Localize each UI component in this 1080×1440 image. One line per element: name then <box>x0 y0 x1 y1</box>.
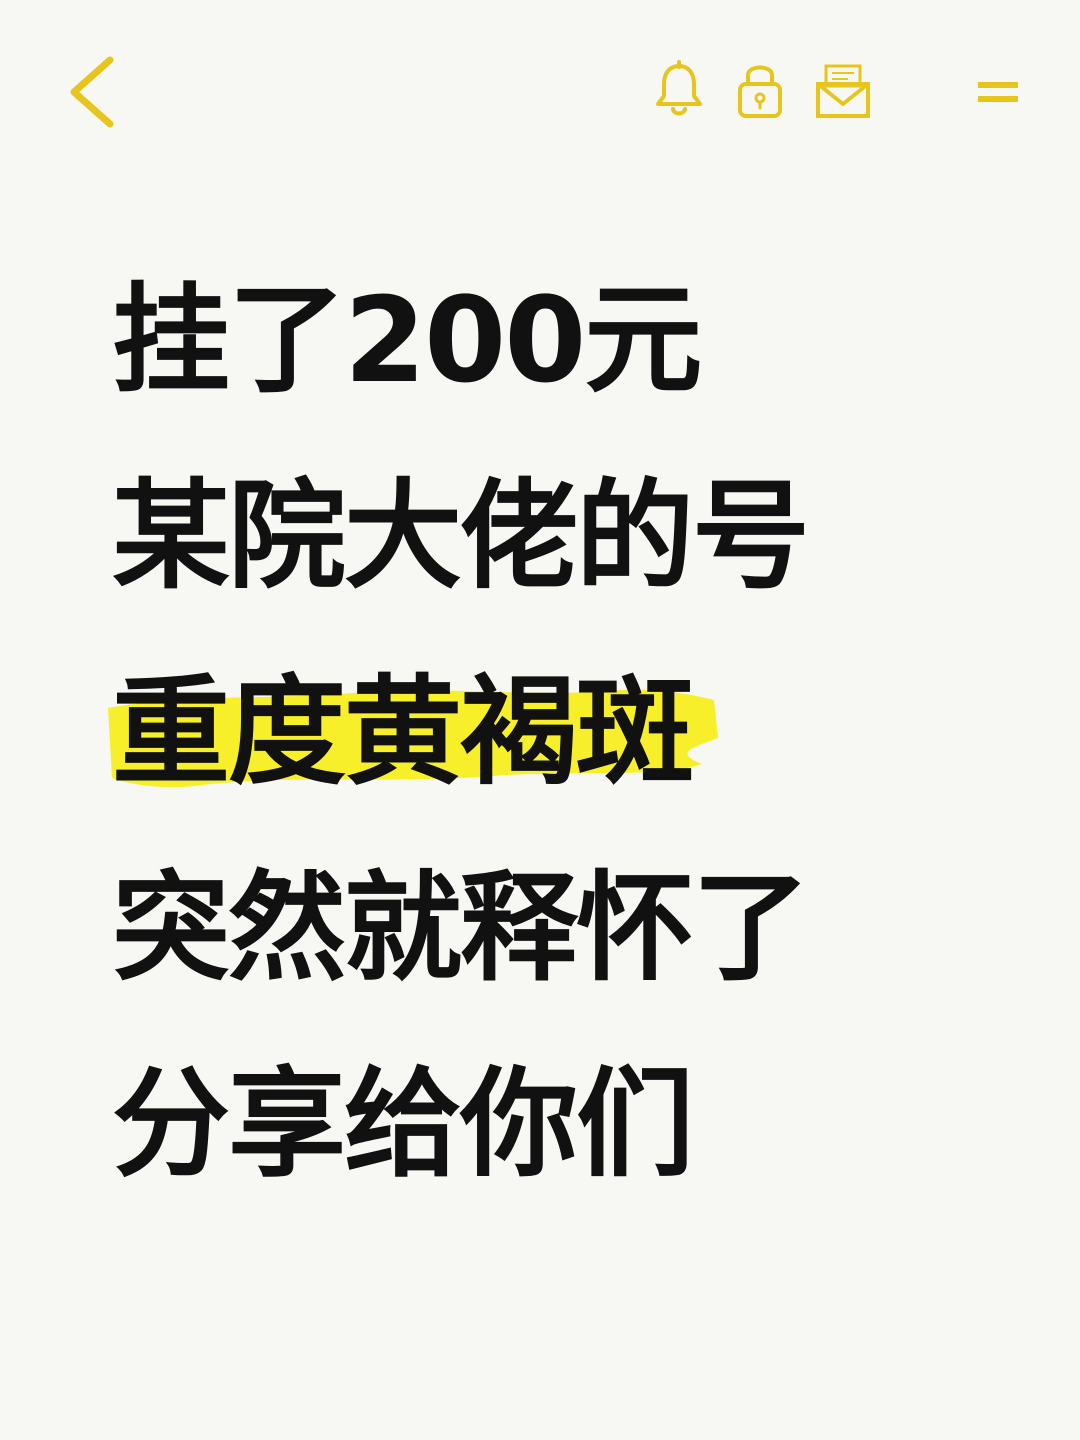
lock-icon[interactable] <box>734 58 786 122</box>
caption-block: 挂了200元 某院大佬的号 重度黄褐斑 突然就释怀了 分享给你们 <box>108 270 1052 1250</box>
mail-icon[interactable] <box>814 62 872 120</box>
bell-icon[interactable] <box>652 60 706 122</box>
caption-line-5: 分享给你们 <box>112 1055 694 1193</box>
caption-line-3: 重度黄褐斑 <box>108 662 1052 858</box>
highlighted-phrase: 重度黄褐斑 <box>112 663 694 801</box>
highlight-group: 重度黄褐斑 <box>108 662 718 802</box>
chevron-left-icon[interactable] <box>62 52 122 132</box>
caption-line-1: 挂了200元 <box>112 271 702 409</box>
caption-line-4: 突然就释怀了 <box>112 859 810 997</box>
caption-line-2: 某院大佬的号 <box>112 467 810 605</box>
top-toolbar <box>0 0 1080 190</box>
menu-icon[interactable] <box>976 80 1020 106</box>
